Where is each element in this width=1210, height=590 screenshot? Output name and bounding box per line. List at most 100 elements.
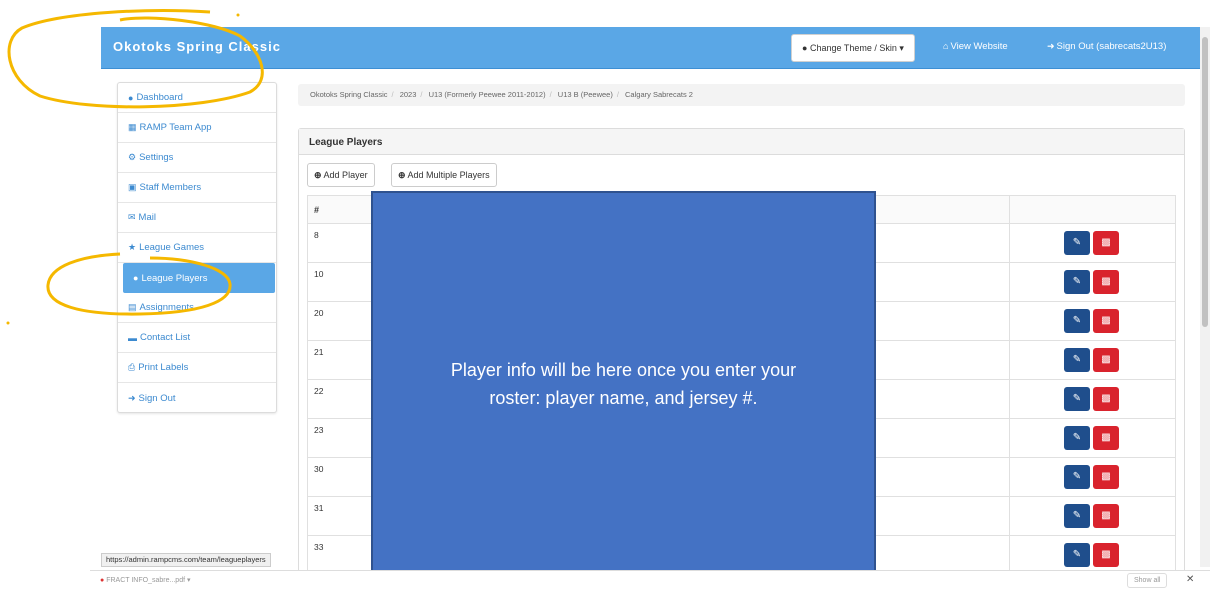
sidebar-item-league-games[interactable]: ★ League Games (118, 233, 276, 263)
sign-out-link[interactable]: ➜ Sign Out (sabrecats2U13) (1047, 41, 1166, 52)
edit-button[interactable]: ✎ (1064, 465, 1090, 489)
sidebar-item-label: Mail (138, 212, 156, 223)
user-icon: ● (128, 92, 134, 103)
breadcrumb-item[interactable]: Okotoks Spring Classic (310, 90, 388, 99)
brand-title[interactable]: Okotoks Spring Classic (113, 39, 281, 54)
delete-button[interactable]: ▩ (1093, 231, 1119, 255)
sign-out-icon: ➜ (1047, 41, 1055, 51)
trash-icon: ▩ (1101, 237, 1111, 248)
row-actions: ✎ ▩ (1009, 223, 1176, 263)
delete-button[interactable]: ▩ (1093, 270, 1119, 294)
trash-icon: ▩ (1101, 549, 1111, 560)
trash-icon: ▩ (1101, 471, 1111, 482)
change-theme-button[interactable]: ● Change Theme / Skin ▾ (791, 34, 915, 62)
sidebar-item-label: League Games (139, 242, 205, 253)
home-icon: ⌂ (943, 41, 949, 51)
view-website-link[interactable]: ⌂ View Website (943, 41, 1008, 52)
download-file[interactable]: ● FRACT INFO_sabre...pdf ▾ (100, 576, 191, 584)
change-theme-label: Change Theme / Skin (809, 43, 897, 53)
delete-button[interactable]: ▩ (1093, 387, 1119, 411)
edit-button[interactable]: ✎ (1064, 504, 1090, 528)
sidebar-item-label: Dashboard (136, 92, 183, 103)
show-all-button[interactable]: Show all (1127, 573, 1168, 588)
edit-button[interactable]: ✎ (1064, 348, 1090, 372)
sidebar-item-sign-out[interactable]: ➜ Sign Out (118, 383, 276, 413)
callout-line-2: roster: player name, and jersey #. (489, 387, 758, 408)
trash-icon: ▩ (1101, 510, 1111, 521)
sign-out-icon: ➜ (128, 392, 136, 403)
trash-icon: ▩ (1101, 315, 1111, 326)
row-actions: ✎ ▩ (1009, 535, 1176, 575)
sidebar-item-label: Print Labels (138, 362, 189, 373)
breadcrumb-separator: / (549, 90, 552, 99)
comment-icon: ▬ (128, 332, 137, 343)
droplet-icon: ● (802, 43, 808, 53)
delete-button[interactable]: ▩ (1093, 465, 1119, 489)
user-icon: ● (133, 273, 139, 283)
annotation-dot (236, 13, 240, 17)
sidebar-item-contact-list[interactable]: ▬ Contact List (118, 323, 276, 353)
add-player-button[interactable]: ⊕ Add Player (307, 163, 375, 187)
sidebar-item-label: Settings (139, 152, 174, 163)
print-icon: ⎙ (128, 362, 136, 372)
briefcase-icon: ▣ (128, 182, 137, 192)
download-bar: ● FRACT INFO_sabre...pdf ▾ Show all ✕ (90, 570, 1210, 590)
trash-icon: ▩ (1101, 354, 1111, 365)
delete-button[interactable]: ▩ (1093, 504, 1119, 528)
sidebar-item-settings[interactable]: ⚙ Settings (118, 143, 276, 173)
top-navbar: Okotoks Spring Classic ● Change Theme / … (101, 27, 1200, 69)
row-actions: ✎ ▩ (1009, 418, 1176, 458)
column-header-actions (1009, 195, 1176, 224)
list-icon: ▤ (128, 302, 137, 312)
instruction-callout: Player info will be here once you enter … (371, 191, 876, 576)
edit-button[interactable]: ✎ (1064, 270, 1090, 294)
add-multiple-players-button[interactable]: ⊕ Add Multiple Players (391, 163, 497, 187)
sidebar-item-ramp-team-app[interactable]: ▦ RAMP Team App (118, 113, 276, 143)
delete-button[interactable]: ▩ (1093, 543, 1119, 567)
edit-button[interactable]: ✎ (1064, 309, 1090, 333)
row-actions: ✎ ▩ (1009, 301, 1176, 341)
breadcrumb-separator: / (420, 90, 423, 99)
trash-icon: ▩ (1101, 432, 1111, 443)
edit-icon: ✎ (1072, 315, 1082, 326)
envelope-icon: ✉ (128, 212, 136, 222)
delete-button[interactable]: ▩ (1093, 309, 1119, 333)
sidebar-item-dashboard[interactable]: ● Dashboard (118, 83, 276, 113)
sidebar-item-league-players[interactable]: ● League Players (123, 263, 275, 293)
sidebar-menu: ● Dashboard ▦ RAMP Team App ⚙ Settings ▣ Sta… (117, 82, 277, 413)
sidebar-item-label: League Players (141, 272, 208, 284)
edit-button[interactable]: ✎ (1064, 543, 1090, 567)
sidebar-item-print-labels[interactable]: ⎙ Print Labels (118, 353, 276, 383)
sidebar-item-label: Assignments (139, 302, 194, 313)
sidebar-item-assignments[interactable]: ▤ Assignments (118, 293, 276, 323)
close-icon[interactable]: ✕ (1186, 574, 1194, 585)
breadcrumb-item[interactable]: U13 (Formerly Peewee 2011-2012) (429, 90, 546, 99)
trash-icon: ▩ (1101, 393, 1111, 404)
breadcrumb-item[interactable]: U13 B (Peewee) (558, 90, 613, 99)
edit-button[interactable]: ✎ (1064, 231, 1090, 255)
caret-down-icon: ▾ (899, 43, 904, 53)
star-icon: ★ (128, 242, 137, 252)
row-actions: ✎ ▩ (1009, 379, 1176, 419)
breadcrumb-item[interactable]: 2023 (400, 90, 417, 99)
breadcrumb: Okotoks Spring Classic/ 2023/ U13 (Forme… (298, 84, 1185, 106)
edit-icon: ✎ (1072, 393, 1082, 404)
edit-icon: ✎ (1072, 510, 1082, 521)
row-actions: ✎ ▩ (1009, 340, 1176, 380)
sidebar-item-staff-members[interactable]: ▣ Staff Members (118, 173, 276, 203)
edit-button[interactable]: ✎ (1064, 387, 1090, 411)
sidebar-item-mail[interactable]: ✉ Mail (118, 203, 276, 233)
row-actions: ✎ ▩ (1009, 496, 1176, 536)
scrollbar-thumb[interactable] (1202, 37, 1208, 327)
delete-button[interactable]: ▩ (1093, 348, 1119, 372)
edit-button[interactable]: ✎ (1064, 426, 1090, 450)
callout-line-1: Player info will be here once you enter … (450, 359, 797, 380)
pdf-icon: ● (100, 577, 105, 584)
edit-icon: ✎ (1072, 354, 1082, 365)
breadcrumb-item: Calgary Sabrecats 2 (625, 90, 693, 99)
delete-button[interactable]: ▩ (1093, 426, 1119, 450)
gear-icon: ⚙ (128, 152, 137, 162)
view-website-label: View Website (950, 41, 1008, 52)
sidebar-item-label: RAMP Team App (139, 122, 212, 133)
plus-circle-icon: ⊕ (314, 170, 322, 180)
